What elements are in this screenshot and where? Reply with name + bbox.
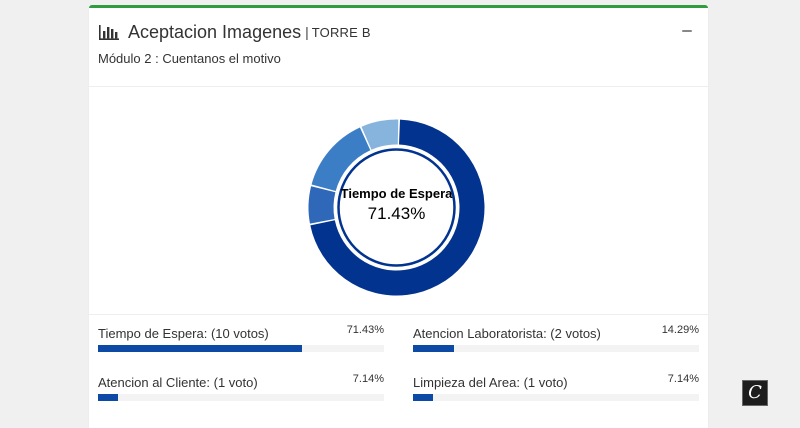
stat-label: Atencion Laboratorista: (2 votos) (413, 326, 601, 341)
progress-bar (413, 345, 454, 352)
module-label: Módulo 2 : Cuentanos el motivo (98, 51, 281, 66)
section-divider (89, 314, 708, 315)
stat-label: Tiempo de Espera: (10 votos) (98, 326, 269, 341)
donut-inner-ring (337, 148, 456, 267)
stat-percent: 14.29% (661, 324, 699, 336)
progress-bar (98, 394, 119, 401)
progress-track (98, 345, 384, 352)
progress-bar (413, 394, 434, 401)
title-row: Aceptacion Imagenes | TORRE B (98, 20, 371, 44)
c-logo-icon: C (742, 380, 768, 406)
progress-track (413, 394, 699, 401)
survey-card: Aceptacion Imagenes | TORRE B Módulo 2 :… (89, 5, 708, 428)
stat-percent: 71.43% (346, 324, 384, 336)
title-separator: | (305, 24, 309, 40)
donut-slice-atencion-laboratorista[interactable] (311, 127, 371, 192)
collapse-minus-icon[interactable] (682, 30, 692, 32)
donut-slice-limpieza-del-area[interactable] (308, 186, 336, 224)
card-header: Aceptacion Imagenes | TORRE B Módulo 2 :… (89, 8, 708, 87)
card-subtitle: TORRE B (311, 24, 371, 40)
stat-label: Limpieza del Area: (1 voto) (413, 375, 568, 390)
stat-label: Atencion al Cliente: (1 voto) (98, 375, 258, 390)
bar-chart-icon (99, 25, 119, 40)
donut-chart: Tiempo de Espera 71.43% (304, 115, 489, 300)
stat-percent: 7.14% (352, 373, 384, 385)
card-title: Aceptacion Imagenes (128, 21, 302, 42)
progress-track (98, 394, 384, 401)
stat-percent: 7.14% (667, 373, 699, 385)
donut-chart-svg (308, 119, 485, 296)
progress-bar (98, 345, 303, 352)
progress-track (413, 345, 699, 352)
